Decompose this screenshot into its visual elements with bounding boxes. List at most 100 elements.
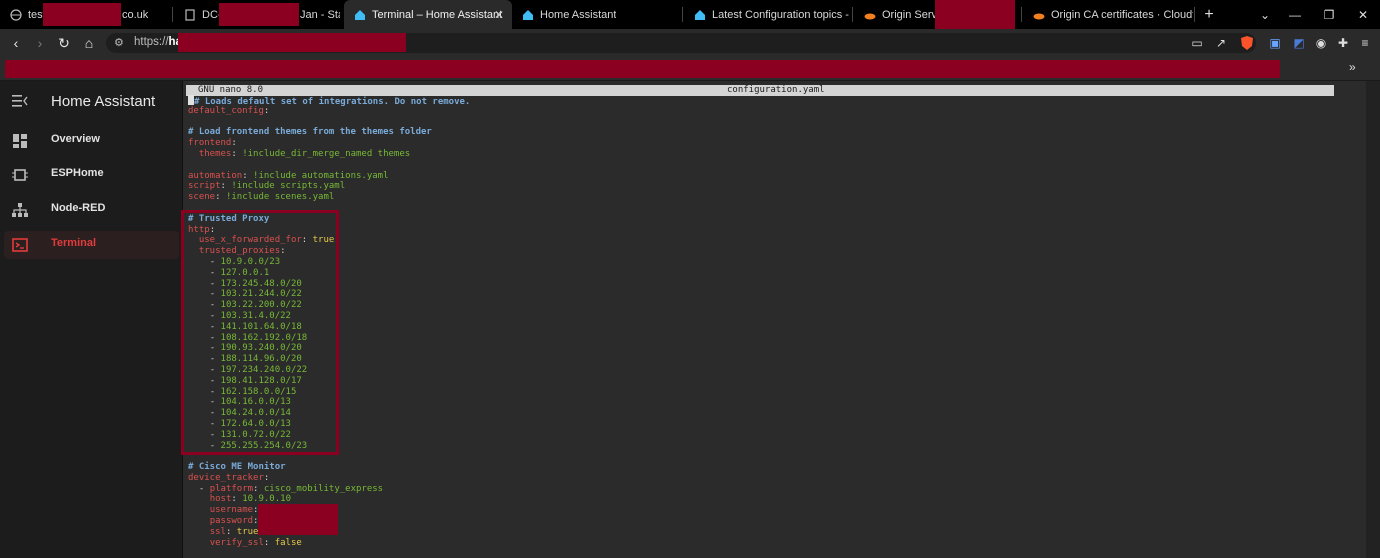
- collapse-menu-icon[interactable]: [12, 94, 28, 107]
- yaml-key: automation: [188, 170, 243, 181]
- reload-icon[interactable]: ↻: [54, 33, 74, 53]
- share-icon[interactable]: ↗: [1212, 34, 1230, 52]
- cast-icon[interactable]: ▭: [1188, 34, 1206, 52]
- scrollbar[interactable]: [1366, 81, 1380, 558]
- yaml-comment: # Cisco ME Monitor: [188, 462, 286, 473]
- extension-icon[interactable]: ▣: [1266, 34, 1284, 52]
- tab-label-end: Jan - Stat: [300, 8, 340, 21]
- sidebar-item-label: Overview: [51, 133, 100, 145]
- yaml-key: ssl: [209, 526, 226, 537]
- menu-icon[interactable]: ≡: [1356, 34, 1374, 52]
- yaml-value: 10.9.0.10: [242, 494, 291, 505]
- yaml-key: device_tracker: [188, 472, 264, 483]
- brave-shield-icon[interactable]: [1238, 34, 1256, 52]
- yaml-key: platform: [209, 483, 254, 494]
- nano-filename: configuration.yaml: [727, 85, 825, 95]
- home-icon[interactable]: ⌂: [79, 33, 99, 53]
- extension-icon[interactable]: ◩: [1290, 34, 1308, 52]
- highlight-annotation: [181, 210, 339, 455]
- restore-icon[interactable]: ❐: [1312, 0, 1346, 29]
- code-line: frontend:: [188, 138, 470, 149]
- yaml-punct: :: [225, 526, 237, 537]
- yaml-key: username: [209, 505, 254, 516]
- tab-origin-ca-certificates[interactable]: Origin CA certificates · Cloudflare SS: [1023, 0, 1193, 29]
- yaml-value: !include scenes.yaml: [225, 192, 335, 203]
- redaction: [258, 504, 338, 535]
- document-icon: [184, 8, 196, 21]
- tab-label: Terminal – Home Assistant: [372, 8, 503, 21]
- close-tab-icon[interactable]: ✕: [494, 8, 504, 22]
- sidebar-item-label: Node-RED: [51, 202, 106, 214]
- yaml-punct: :: [220, 181, 232, 192]
- tab-terminal-home-assistant[interactable]: Terminal – Home Assistant ✕: [344, 0, 512, 29]
- yaml-value: !include_dir_merge_named themes: [242, 148, 411, 159]
- yaml-key: verify_ssl: [209, 537, 264, 548]
- yaml-key: password: [209, 516, 254, 527]
- tab-home-assistant[interactable]: Home Assistant: [512, 0, 682, 29]
- yaml-value: !include automations.yaml: [253, 170, 389, 181]
- redaction: [935, 0, 1015, 29]
- tab-separator: [172, 7, 173, 22]
- redaction: [43, 3, 121, 26]
- tab-list-chevron-icon[interactable]: ⌄: [1248, 0, 1282, 29]
- terminal-panel[interactable]: GNU nano 8.0 configuration.yaml # Loads …: [181, 81, 1366, 558]
- yaml-boolean: false: [274, 537, 302, 548]
- tab-separator: [1021, 7, 1022, 22]
- home-assistant-icon: [694, 9, 706, 21]
- redaction: [5, 60, 1280, 78]
- yaml-punct: :: [263, 105, 270, 116]
- yaml-punct: :: [231, 138, 237, 149]
- redaction: [219, 3, 299, 26]
- home-assistant-icon: [522, 9, 534, 21]
- ha-sidebar: Home Assistant Overview ESPHome Node-RED…: [0, 81, 183, 558]
- yaml-key: default_config: [188, 105, 264, 116]
- code-line: - platform: cisco_mobility_express: [188, 484, 470, 495]
- sidebar-item-terminal[interactable]: Terminal: [4, 231, 179, 259]
- cloudflare-icon: [1033, 9, 1045, 21]
- yaml-key: frontend: [188, 138, 232, 149]
- new-tab-button[interactable]: +: [1192, 0, 1226, 29]
- tab-label: Home Assistant: [540, 8, 617, 21]
- back-icon[interactable]: ‹: [6, 33, 26, 53]
- more-bookmarks-icon[interactable]: »: [1349, 60, 1356, 74]
- extension-icon[interactable]: ◉: [1312, 34, 1330, 52]
- yaml-key: host: [209, 494, 232, 505]
- sitemap-icon: [12, 202, 28, 218]
- sidebar-item-label: ESPHome: [51, 167, 104, 179]
- extensions-puzzle-icon[interactable]: ✚: [1334, 34, 1352, 52]
- yaml-key: themes: [198, 148, 232, 159]
- yaml-punct: :: [263, 472, 270, 483]
- address-bar-row: ‹ › ↻ ⌂ ⚙ https://ha. ▭ ↗ ▣ ◩ ◉ ✚ ≡: [0, 29, 1380, 57]
- minimize-icon[interactable]: —: [1278, 0, 1312, 29]
- yaml-comment: # Load frontend themes from the themes f…: [188, 127, 432, 138]
- chip-icon: [12, 167, 28, 183]
- site-settings-icon[interactable]: ⚙: [114, 36, 124, 49]
- forward-icon[interactable]: ›: [30, 33, 50, 53]
- sidebar-item-overview[interactable]: Overview: [4, 127, 179, 155]
- close-window-icon[interactable]: ✕: [1346, 0, 1380, 29]
- cloudflare-icon: [864, 9, 876, 21]
- yaml-punct: :: [215, 192, 226, 203]
- yaml-dash: -: [198, 483, 210, 494]
- sidebar-item-esphome[interactable]: ESPHome: [4, 161, 179, 189]
- tab-separator: [852, 7, 853, 22]
- tab-label-end: co.uk: [122, 8, 149, 21]
- yaml-colon: :: [253, 483, 264, 494]
- code-line: themes: !include_dir_merge_named themes: [188, 149, 470, 160]
- tab-latest-configuration-topics[interactable]: Latest Configuration topics - Home: [684, 0, 852, 29]
- code-line: device_tracker:: [188, 473, 470, 484]
- sidebar-item-node-red[interactable]: Node-RED: [4, 196, 179, 224]
- code-line: # Cisco ME Monitor: [188, 462, 470, 473]
- bookmarks-bar: »: [0, 57, 1380, 81]
- yaml-punct: :: [231, 494, 243, 505]
- yaml-punct: :: [231, 148, 243, 159]
- tab-label: Origin CA certificates · Cloudflare SS: [1051, 8, 1193, 21]
- tab-label: Latest Configuration topics - Home: [712, 8, 852, 21]
